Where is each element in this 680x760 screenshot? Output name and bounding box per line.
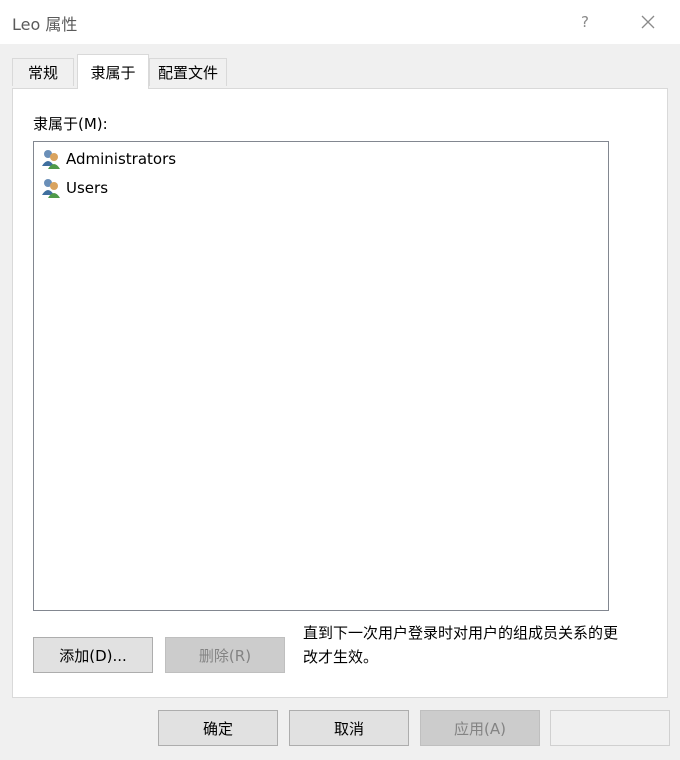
remove-button[interactable]: 删除(R) xyxy=(165,637,285,673)
close-icon xyxy=(641,15,655,29)
ok-button-label: 确定 xyxy=(202,719,233,738)
ok-button[interactable]: 确定 xyxy=(158,710,278,746)
list-item[interactable]: Administrators xyxy=(40,146,176,172)
extra-button[interactable] xyxy=(550,710,670,746)
properties-dialog: Leo 属性 ? 常规 隶属于 配置文件 隶属于(M): Administrat… xyxy=(0,0,680,760)
tab-label: 常规 xyxy=(27,64,58,82)
tab-profile[interactable]: 配置文件 xyxy=(149,58,227,86)
member-of-listbox[interactable]: Administrators Users xyxy=(33,141,609,611)
title-bar: Leo 属性 ? xyxy=(0,0,680,44)
group-name: Users xyxy=(66,179,109,197)
tab-member-of[interactable]: 隶属于 xyxy=(77,54,149,89)
add-button[interactable]: 添加(D)... xyxy=(33,637,153,673)
membership-note: 直到下一次用户登录时对用户的组成员关系的更改才生效。 xyxy=(303,624,619,666)
tab-label: 隶属于 xyxy=(90,63,136,82)
apply-button[interactable]: 应用(A) xyxy=(420,710,540,746)
window-title: Leo 属性 xyxy=(12,15,78,34)
member-of-panel: 隶属于(M): Administrators Users 添加(D)... 删除… xyxy=(12,88,668,698)
remove-button-label: 删除(R) xyxy=(198,646,252,665)
tab-general[interactable]: 常规 xyxy=(12,58,74,86)
user-group-icon xyxy=(42,179,60,198)
cancel-button-label: 取消 xyxy=(333,719,364,738)
list-item[interactable]: Users xyxy=(40,175,108,201)
user-group-icon xyxy=(42,150,60,169)
cancel-button[interactable]: 取消 xyxy=(289,710,409,746)
help-icon: ? xyxy=(581,13,589,31)
member-of-label: 隶属于(M): xyxy=(33,115,108,133)
apply-button-label: 应用(A) xyxy=(454,719,506,738)
tab-label: 配置文件 xyxy=(157,64,218,82)
add-button-label: 添加(D)... xyxy=(59,646,127,665)
close-button[interactable] xyxy=(628,6,668,38)
help-button[interactable]: ? xyxy=(565,6,605,38)
group-name: Administrators xyxy=(66,150,177,168)
